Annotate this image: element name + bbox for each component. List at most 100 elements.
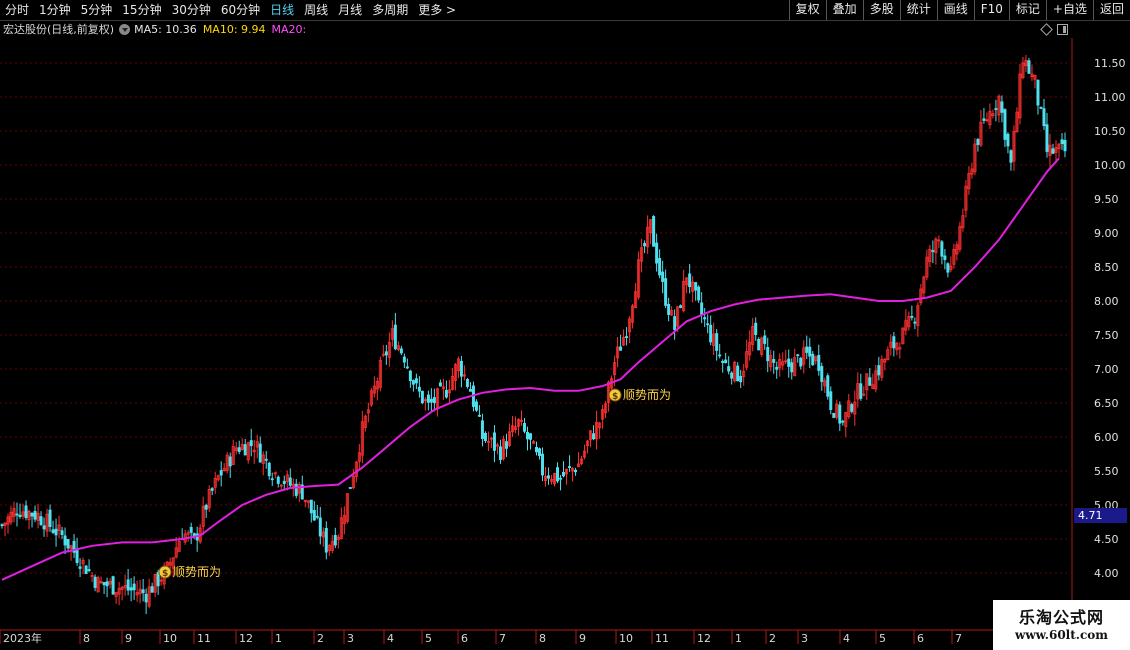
x-tick-label: 3 [801,632,808,645]
x-tick-label: 9 [125,632,132,645]
candle-body [408,370,412,381]
candle-body [982,118,986,121]
candle-body [60,530,64,535]
candle-body [673,316,677,331]
candle-body [402,356,406,363]
candle-body [1060,139,1064,145]
candle-body [429,398,433,403]
candle-body [619,346,623,351]
candle-body [465,378,469,387]
x-tick-label: 9 [579,632,586,645]
candle-body [219,470,223,476]
candlestick-chart[interactable]: 11.50 11.00 10.50 10.00 9.50 9.00 8.50 8.00 7.50… [0,0,1130,650]
y-tick-label: 8.50 [1094,261,1119,274]
candle-body [658,258,662,276]
candle-body [444,389,448,398]
signal-label: 顺势而为 [173,565,221,579]
candle-body [664,278,668,306]
money-bag-glyph: $ [162,569,168,579]
y-tick-label: 4.00 [1094,567,1119,580]
x-tick-label: 5 [879,632,886,645]
candle-body [270,478,274,481]
candle-body [706,323,710,326]
candle-body [498,446,502,461]
candle-body [432,397,436,404]
candle-body [0,524,4,527]
x-tick-label: 11 [197,632,211,645]
candle-body [210,488,214,491]
candle-body [87,569,91,571]
candle-body [910,316,914,318]
candle-body [715,333,719,351]
x-tick-label: 8 [83,632,90,645]
candle-body [15,513,19,516]
money-bag-glyph: $ [612,392,618,402]
candle-body [1039,106,1043,109]
x-tick-label: 7 [955,632,962,645]
x-tick-label: 1 [275,632,282,645]
candle-body [405,366,409,369]
candle-body [757,338,761,351]
y-tick-label: 5.50 [1094,465,1119,478]
candle-body [102,582,106,586]
candle-body [78,566,82,569]
candle-body [1009,150,1013,163]
y-tick-label: 7.00 [1094,363,1119,376]
candle-body [1051,148,1055,154]
candle-body [393,324,397,350]
candle-body [1045,124,1049,152]
candle-body [189,526,193,533]
candle-body [51,529,55,533]
y-tick-label: 6.00 [1094,431,1119,444]
candle-body [1036,79,1040,106]
candle-body [324,527,328,553]
candle-body [721,360,725,363]
y-tick-label: 9.50 [1094,193,1119,206]
candle-body [772,359,776,363]
x-tick-label: 4 [387,632,394,645]
current-price-badge: 4.71 [1074,508,1127,523]
y-tick-label: 10.00 [1094,159,1126,172]
candle-body [33,510,37,520]
signal-label: 顺势而为 [623,388,671,402]
candle-body [697,286,701,301]
candle-body [1003,109,1007,140]
candle-body [730,372,734,379]
candle-body [264,458,268,461]
candle-body [559,477,563,480]
candle-body [787,358,791,367]
candle-body [859,383,863,399]
candle-body [913,321,917,324]
candle-body [156,572,160,587]
candle-body [709,324,713,343]
candle-body [727,366,731,372]
candle-body [931,250,935,252]
candle-body [288,477,292,486]
candle-body [492,432,496,451]
candle-body [943,255,947,260]
candle-body [703,317,707,320]
candle-body [468,388,472,392]
candle-body [411,380,415,385]
candle-body [39,516,43,526]
candle-body [459,360,463,377]
candle-body [739,376,743,383]
candle-body [832,412,836,418]
candle-body [144,593,148,603]
x-tick-label: 10 [163,632,177,645]
candle-body [84,565,88,575]
candle-body [1006,133,1010,147]
candle-body [93,576,97,588]
y-tick-label: 11.50 [1094,57,1126,70]
x-tick-label: 12 [697,632,711,645]
candle-body [282,480,286,485]
candle-body [48,509,52,527]
candle-body [667,303,671,315]
candle-body [688,273,692,288]
candle-body [111,576,115,595]
candle-body [420,390,424,404]
candle-body [574,469,578,473]
candle-body [562,471,566,477]
candle-body [754,322,758,336]
y-tick-label: 11.00 [1094,91,1126,104]
